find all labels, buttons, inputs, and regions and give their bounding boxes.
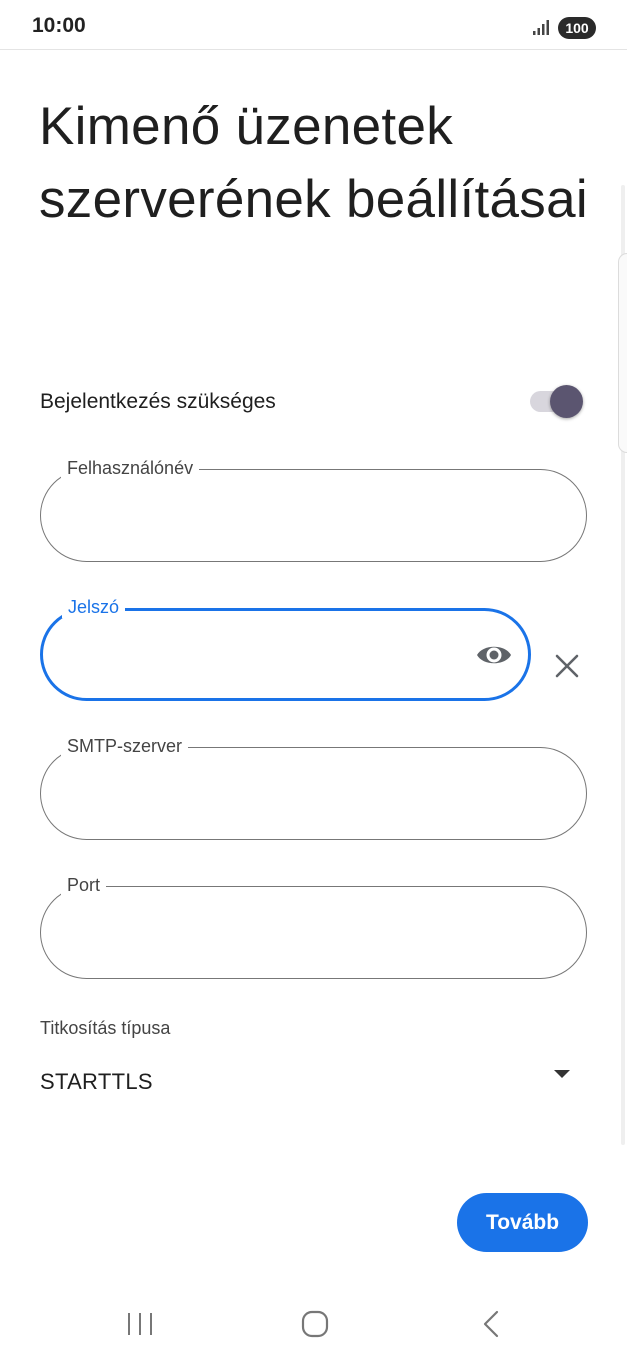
port-field-label: Port bbox=[61, 874, 107, 896]
scroll-handle[interactable] bbox=[618, 253, 627, 453]
username-input[interactable] bbox=[65, 490, 469, 540]
signal-strength-icon bbox=[533, 20, 549, 35]
status-time: 10:00 bbox=[32, 14, 86, 37]
smtp-server-input[interactable] bbox=[65, 768, 469, 818]
page-title: Kimenő üzenetek szerverének beállításai bbox=[39, 97, 588, 229]
system-nav-bar bbox=[0, 1290, 627, 1360]
status-bar: 10:00 100 bbox=[0, 0, 627, 50]
login-required-toggle[interactable] bbox=[528, 385, 584, 419]
eye-icon[interactable] bbox=[475, 641, 513, 669]
recents-icon[interactable] bbox=[120, 1304, 160, 1344]
back-icon[interactable] bbox=[472, 1304, 512, 1344]
password-input[interactable] bbox=[67, 631, 471, 681]
login-required-label: Bejelentkezés szükséges bbox=[40, 390, 276, 413]
password-field[interactable]: Jelszó bbox=[40, 596, 531, 701]
next-button[interactable]: Tovább bbox=[457, 1193, 588, 1252]
username-field-label: Felhasználónév bbox=[61, 457, 200, 479]
encryption-type-label: Titkosítás típusa bbox=[40, 1018, 171, 1038]
encryption-type-value: STARTTLS bbox=[40, 1069, 153, 1094]
username-field[interactable]: Felhasználónév bbox=[40, 457, 587, 562]
port-input[interactable] bbox=[65, 907, 469, 957]
toggle-thumb bbox=[550, 385, 583, 418]
encryption-type-dropdown[interactable]: STARTTLS bbox=[40, 1055, 585, 1107]
close-icon[interactable] bbox=[553, 652, 581, 680]
password-field-label: Jelszó bbox=[62, 596, 126, 618]
smtp-server-field[interactable]: SMTP-szerver bbox=[40, 735, 587, 840]
caret-down-icon bbox=[554, 1070, 570, 1078]
battery-badge: 100 bbox=[558, 17, 596, 39]
smtp-server-field-label: SMTP-szerver bbox=[61, 735, 189, 757]
home-icon[interactable] bbox=[295, 1304, 335, 1344]
port-field[interactable]: Port bbox=[40, 874, 587, 979]
